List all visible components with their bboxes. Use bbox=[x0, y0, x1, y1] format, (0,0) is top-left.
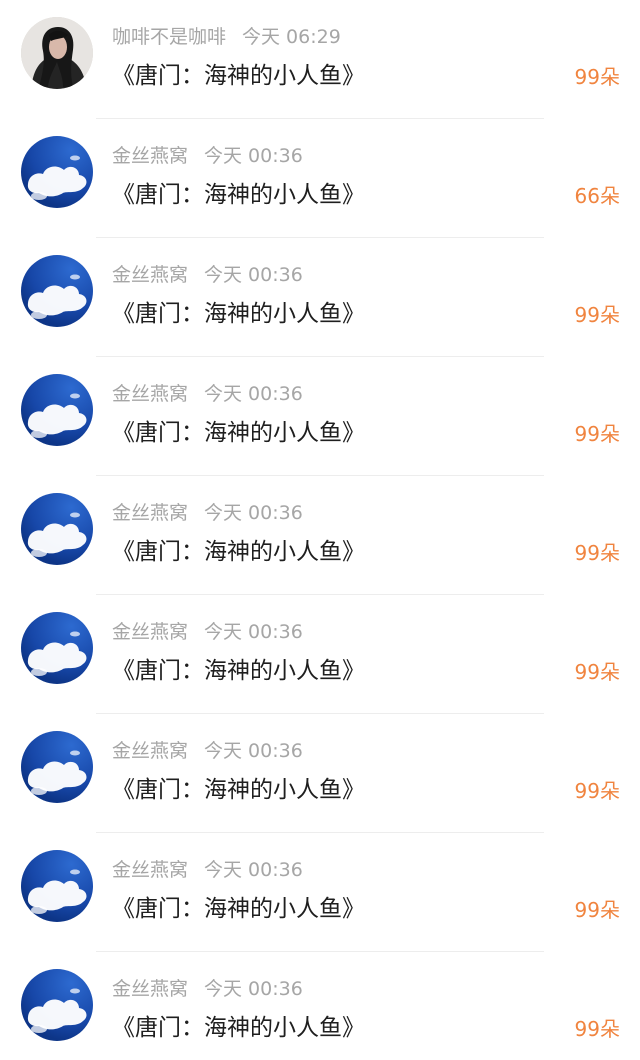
record-meta: 咖啡不是咖啡 今天 06:29 bbox=[112, 23, 341, 51]
sky-cloud-avatar[interactable] bbox=[21, 255, 93, 327]
timestamp: 今天 00:36 bbox=[204, 145, 303, 167]
record-meta: 金丝燕窝 今天 00:36 bbox=[112, 618, 303, 646]
timestamp: 今天 06:29 bbox=[242, 26, 341, 48]
gift-record-row[interactable]: 金丝燕窝 今天 00:36 《唐门：海神的小人鱼》 99朵 bbox=[0, 833, 640, 952]
work-title: 《唐门：海神的小人鱼》 bbox=[112, 182, 365, 208]
work-title: 《唐门：海神的小人鱼》 bbox=[112, 63, 365, 89]
work-title: 《唐门：海神的小人鱼》 bbox=[112, 1015, 365, 1041]
sky-cloud-avatar[interactable] bbox=[21, 969, 93, 1041]
sky-cloud-avatar[interactable] bbox=[21, 850, 93, 922]
work-title: 《唐门：海神的小人鱼》 bbox=[112, 539, 365, 565]
timestamp: 今天 00:36 bbox=[204, 740, 303, 762]
username: 金丝燕窝 bbox=[112, 502, 189, 524]
username: 金丝燕窝 bbox=[112, 264, 189, 286]
gift-record-row[interactable]: 金丝燕窝 今天 00:36 《唐门：海神的小人鱼》 99朵 bbox=[0, 595, 640, 714]
flower-count: 99朵 bbox=[574, 65, 620, 89]
flower-count: 99朵 bbox=[574, 422, 620, 446]
flower-count: 99朵 bbox=[574, 779, 620, 803]
username: 金丝燕窝 bbox=[112, 621, 189, 643]
username: 金丝燕窝 bbox=[112, 978, 189, 1000]
username: 金丝燕窝 bbox=[112, 383, 189, 405]
flower-count: 99朵 bbox=[574, 303, 620, 327]
gift-record-row[interactable]: 咖啡不是咖啡 今天 06:29 《唐门：海神的小人鱼》 99朵 bbox=[0, 0, 640, 119]
flower-count: 66朵 bbox=[574, 184, 620, 208]
timestamp: 今天 00:36 bbox=[204, 621, 303, 643]
sky-cloud-avatar[interactable] bbox=[21, 612, 93, 684]
work-title: 《唐门：海神的小人鱼》 bbox=[112, 420, 365, 446]
work-title: 《唐门：海神的小人鱼》 bbox=[112, 777, 365, 803]
record-meta: 金丝燕窝 今天 00:36 bbox=[112, 142, 303, 170]
gift-record-row[interactable]: 金丝燕窝 今天 00:36 《唐门：海神的小人鱼》 99朵 bbox=[0, 714, 640, 833]
sky-cloud-avatar[interactable] bbox=[21, 731, 93, 803]
record-meta: 金丝燕窝 今天 00:36 bbox=[112, 499, 303, 527]
sky-cloud-avatar[interactable] bbox=[21, 136, 93, 208]
record-meta: 金丝燕窝 今天 00:36 bbox=[112, 975, 303, 1003]
portrait-avatar[interactable] bbox=[21, 17, 93, 89]
username: 金丝燕窝 bbox=[112, 859, 189, 881]
gift-record-row[interactable]: 金丝燕窝 今天 00:36 《唐门：海神的小人鱼》 66朵 bbox=[0, 119, 640, 238]
work-title: 《唐门：海神的小人鱼》 bbox=[112, 301, 365, 327]
sky-cloud-avatar[interactable] bbox=[21, 493, 93, 565]
work-title: 《唐门：海神的小人鱼》 bbox=[112, 896, 365, 922]
gift-record-row[interactable]: 金丝燕窝 今天 00:36 《唐门：海神的小人鱼》 99朵 bbox=[0, 357, 640, 476]
username: 金丝燕窝 bbox=[112, 740, 189, 762]
timestamp: 今天 00:36 bbox=[204, 264, 303, 286]
username: 金丝燕窝 bbox=[112, 145, 189, 167]
flower-count: 99朵 bbox=[574, 1017, 620, 1041]
flower-count: 99朵 bbox=[574, 541, 620, 565]
sky-cloud-avatar[interactable] bbox=[21, 374, 93, 446]
timestamp: 今天 00:36 bbox=[204, 383, 303, 405]
flower-count: 99朵 bbox=[574, 898, 620, 922]
gift-record-row[interactable]: 金丝燕窝 今天 00:36 《唐门：海神的小人鱼》 99朵 bbox=[0, 952, 640, 1060]
record-meta: 金丝燕窝 今天 00:36 bbox=[112, 856, 303, 884]
timestamp: 今天 00:36 bbox=[204, 502, 303, 524]
record-meta: 金丝燕窝 今天 00:36 bbox=[112, 380, 303, 408]
work-title: 《唐门：海神的小人鱼》 bbox=[112, 658, 365, 684]
timestamp: 今天 00:36 bbox=[204, 859, 303, 881]
record-meta: 金丝燕窝 今天 00:36 bbox=[112, 261, 303, 289]
flower-count: 99朵 bbox=[574, 660, 620, 684]
gift-record-row[interactable]: 金丝燕窝 今天 00:36 《唐门：海神的小人鱼》 99朵 bbox=[0, 238, 640, 357]
timestamp: 今天 00:36 bbox=[204, 978, 303, 1000]
record-meta: 金丝燕窝 今天 00:36 bbox=[112, 737, 303, 765]
username: 咖啡不是咖啡 bbox=[112, 26, 227, 48]
gift-record-row[interactable]: 金丝燕窝 今天 00:36 《唐门：海神的小人鱼》 99朵 bbox=[0, 476, 640, 595]
